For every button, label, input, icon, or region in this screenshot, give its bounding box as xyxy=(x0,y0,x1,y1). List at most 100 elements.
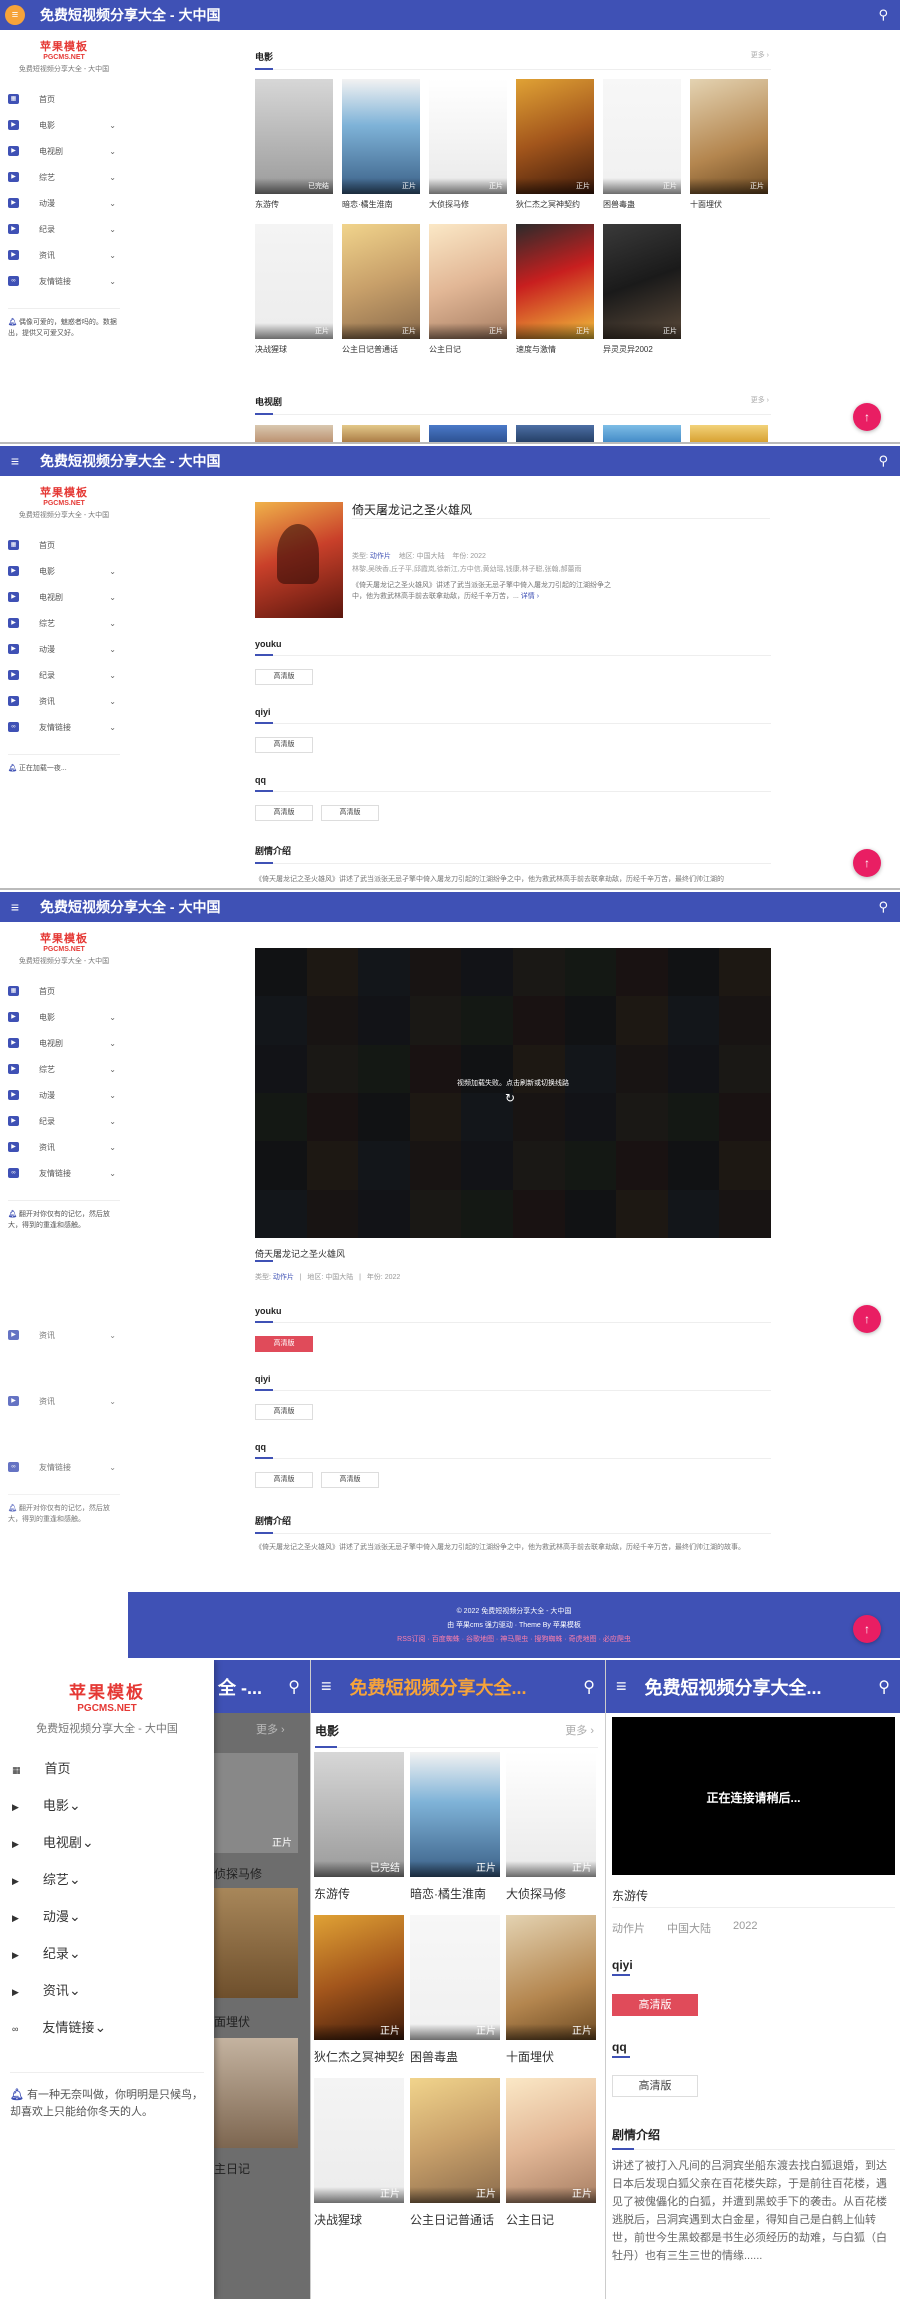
card-title[interactable]: 十面埋伏 xyxy=(506,2040,596,2078)
search-icon[interactable]: ⚲ xyxy=(288,1677,300,1697)
search-icon[interactable]: ⚲ xyxy=(878,1677,890,1697)
movie-card[interactable]: 正片 暗恋·橘生淮南 xyxy=(410,1752,500,1915)
episode-button[interactable]: 高清版 xyxy=(255,737,313,753)
episode-button[interactable]: 高清版 xyxy=(321,805,379,821)
card-title[interactable]: 大侦探马修 xyxy=(506,1877,596,1915)
poster-thumbnail[interactable]: 正片 xyxy=(603,79,681,194)
sidebar-item-movie[interactable]: ▶ 电影 ⌄ xyxy=(0,112,128,138)
poster-thumbnail[interactable]: 正片 xyxy=(410,1752,500,1877)
back-to-top-button[interactable]: ↑ xyxy=(853,849,881,877)
poster-thumbnail[interactable]: 正片 xyxy=(410,1915,500,2040)
movie-card[interactable]: 正片 十面埋伏 xyxy=(506,1915,596,2078)
card-title[interactable]: 公主日记 xyxy=(506,2203,596,2241)
episode-button[interactable]: 高清版 xyxy=(255,1472,313,1488)
sidebar-item-links[interactable]: ∞ 友情链接 ⌄ xyxy=(0,268,128,294)
sidebar-item[interactable]: ▶资讯⌄ xyxy=(0,1980,214,2017)
card-title[interactable]: 暗恋·橘生淮南 xyxy=(410,1877,500,1915)
meta-year[interactable]: 2022 xyxy=(733,1920,757,1936)
sidebar-item[interactable]: ▶资讯⌄ xyxy=(0,688,128,714)
movie-card[interactable]: 正片 大侦探马修 xyxy=(429,79,507,224)
poster-thumbnail[interactable]: 正片 xyxy=(410,2078,500,2203)
more-detail-link[interactable]: 详情 › xyxy=(521,593,539,600)
sidebar-item[interactable]: ▶电视剧⌄ xyxy=(0,1030,128,1056)
sidebar-item-variety[interactable]: ▶ 综艺 ⌄ xyxy=(0,164,128,190)
card-title[interactable]: 东游传 xyxy=(314,1877,404,1915)
sidebar-item-tv[interactable]: ▶ 电视剧 ⌄ xyxy=(0,138,128,164)
movie-card[interactable]: 正片 公主日记 xyxy=(506,2078,596,2241)
card-title[interactable]: 困兽毒蛊 xyxy=(410,2040,500,2078)
card-title[interactable]: 暗恋·橘生淮南 xyxy=(342,194,420,224)
sidebar-item-news[interactable]: ▶ 资讯 ⌄ xyxy=(0,1388,128,1414)
sidebar-item[interactable]: ▶纪录⌄ xyxy=(0,1943,214,1980)
mobile-title[interactable]: 免费短视频分享大全... xyxy=(645,1674,845,1700)
poster-thumbnail[interactable]: 正片 xyxy=(342,224,420,339)
meta-area[interactable]: 中国大陆 xyxy=(417,553,445,560)
movie-card[interactable]: 正片 困兽毒蛊 xyxy=(410,1915,500,2078)
card-title[interactable]: 十面埋伏 xyxy=(690,194,768,224)
movie-card[interactable]: 已完结 东游传 xyxy=(255,79,333,224)
poster-thumbnail[interactable]: 正片 xyxy=(429,79,507,194)
sidebar-item-news[interactable]: ▶ 资讯 ⌄ xyxy=(0,1322,128,1348)
more-link[interactable]: 更多 › xyxy=(256,1721,285,1737)
meta-type[interactable]: 动作片 xyxy=(370,553,391,560)
poster-thumbnail[interactable] xyxy=(214,2038,298,2148)
episode-button[interactable]: 高清版 xyxy=(612,2075,698,2097)
menu-icon[interactable]: ≡ xyxy=(321,1676,332,1697)
card-title[interactable]: 狄仁杰之冥神契约 xyxy=(516,194,594,224)
poster-thumbnail[interactable] xyxy=(603,425,681,442)
meta-year[interactable]: 2022 xyxy=(470,553,486,560)
more-link[interactable]: 更多 › xyxy=(565,1722,594,1738)
card-title[interactable]: 决战猩球 xyxy=(314,2203,404,2241)
sidebar-item[interactable]: ▶电影⌄ xyxy=(0,1004,128,1030)
back-to-top-button[interactable]: ↑ xyxy=(853,1305,881,1333)
movie-card[interactable]: 正片 公主日记 xyxy=(429,224,507,369)
poster-thumbnail[interactable]: 正片 xyxy=(603,224,681,339)
movie-card[interactable]: 已完结 东游传 xyxy=(314,1752,404,1915)
sidebar-item[interactable]: ▶电视剧⌄ xyxy=(0,584,128,610)
poster-thumbnail[interactable] xyxy=(690,425,768,442)
sidebar-item[interactable]: ▶纪录⌄ xyxy=(0,1108,128,1134)
sidebar-item[interactable]: ▶纪录⌄ xyxy=(0,662,128,688)
card-title[interactable]: 公主日记普通话 xyxy=(410,2203,500,2241)
movie-card[interactable]: 正片 困兽毒蛊 xyxy=(603,79,681,224)
sidebar-item-home[interactable]: ▦ 首页 xyxy=(0,86,128,112)
site-logo[interactable]: 苹果模板 PGCMS.NET xyxy=(26,38,102,61)
poster-thumbnail[interactable]: 正片 xyxy=(342,79,420,194)
sidebar-item[interactable]: ∞ 友情链接 ⌄ xyxy=(0,1160,128,1186)
search-icon[interactable]: ⚲ xyxy=(583,1677,595,1697)
poster-thumbnail[interactable]: 正片 xyxy=(690,79,768,194)
meta-area[interactable]: 中国大陆 xyxy=(667,1920,711,1936)
sidebar-item[interactable]: ▶ 动漫 ⌄ xyxy=(0,636,128,662)
refresh-icon[interactable]: ↻ xyxy=(505,1091,515,1105)
sidebar-item[interactable]: ▶ 动漫 ⌄ xyxy=(0,1082,128,1108)
poster-thumbnail[interactable]: 正片 xyxy=(506,2078,596,2203)
poster-thumbnail[interactable]: 已完结 xyxy=(314,1752,404,1877)
card-title[interactable]: 困兽毒蛊 xyxy=(603,194,681,224)
poster-thumbnail[interactable]: 正片 xyxy=(429,224,507,339)
episode-button[interactable]: 高清版 xyxy=(255,1336,313,1352)
search-icon[interactable]: ⚲ xyxy=(878,453,888,469)
search-icon[interactable]: ⚲ xyxy=(878,7,888,23)
meta-year[interactable]: 2022 xyxy=(385,1274,401,1281)
sidebar-item[interactable]: ▶电视剧⌄ xyxy=(0,1832,214,1869)
poster-thumbnail[interactable]: 正片 xyxy=(506,1752,596,1877)
meta-type[interactable]: 动作片 xyxy=(273,1274,294,1281)
poster-thumbnail[interactable] xyxy=(342,425,420,442)
sidebar-item-anime[interactable]: ▶ 动漫 ⌄ xyxy=(0,190,128,216)
video-player[interactable]: 正在连接请稍后... xyxy=(612,1717,895,1875)
poster-thumbnail[interactable]: 正片 xyxy=(255,224,333,339)
movie-card[interactable]: 正片 十面埋伏 xyxy=(690,79,768,224)
poster-thumbnail[interactable]: 正片 xyxy=(214,1753,298,1853)
episode-button[interactable]: 高清版 xyxy=(255,669,313,685)
meta-type[interactable]: 动作片 xyxy=(612,1920,645,1936)
sidebar-item-links[interactable]: ∞ 友情链接 ⌄ xyxy=(0,1454,128,1480)
sidebar-item[interactable]: ▶电影⌄ xyxy=(0,558,128,584)
poster-thumbnail[interactable]: 正片 xyxy=(314,1915,404,2040)
site-title[interactable]: 免费短视频分享大全 - 大中国 xyxy=(40,451,220,471)
movie-card[interactable]: 正片 暗恋·橘生淮南 xyxy=(342,79,420,224)
sidebar-item[interactable]: ▦ 首页 xyxy=(0,532,128,558)
sidebar-item[interactable]: ▶电影⌄ xyxy=(0,1795,214,1832)
site-logo[interactable]: 苹果模板 PGCMS.NET xyxy=(26,930,102,953)
movie-card[interactable]: 正片 大侦探马修 xyxy=(506,1752,596,1915)
card-title[interactable]: 大侦探马修 xyxy=(429,194,507,224)
